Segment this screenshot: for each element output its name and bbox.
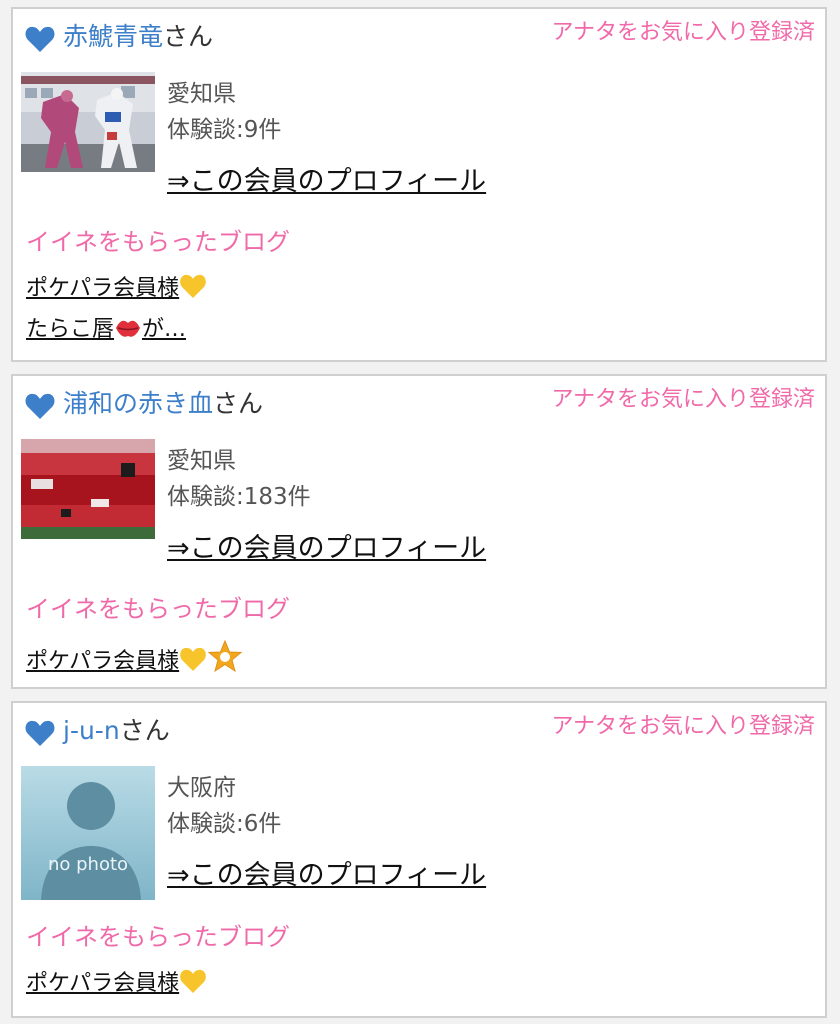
experience-count: 体験談:6件 xyxy=(167,811,282,837)
member-thumbnail[interactable] xyxy=(21,439,155,539)
profile-link[interactable]: ⇒この会員のプロフィール xyxy=(167,530,486,568)
member-thumbnail[interactable] xyxy=(21,72,155,172)
yellow-heart-icon xyxy=(180,647,206,671)
liked-blogs-heading: イイネをもらったブログ xyxy=(26,923,290,951)
blog-link[interactable]: ポケパラ会員様 xyxy=(26,968,207,1000)
honorific: さん xyxy=(119,716,170,745)
star-icon xyxy=(207,640,243,672)
robot-statues-photo xyxy=(21,72,155,172)
blog-link[interactable]: ポケパラ会員様 xyxy=(26,273,207,305)
profile-link[interactable]: ⇒この会員のプロフィール xyxy=(167,163,486,201)
member-name[interactable]: j-u-nさん xyxy=(63,713,170,749)
heart-icon xyxy=(25,26,55,52)
favorite-status: アナタをお気に入り登録済 xyxy=(551,387,815,412)
honorific: さん xyxy=(213,389,264,418)
liked-blogs-heading: イイネをもらったブログ xyxy=(26,595,290,623)
experience-count: 体験談:9件 xyxy=(167,117,282,143)
experience-count: 体験談:183件 xyxy=(167,484,311,510)
member-card: j-u-nさん アナタをお気に入り登録済 no photo 大阪府 体験談:6件… xyxy=(11,701,827,1018)
favorite-status: アナタをお気に入り登録済 xyxy=(551,20,815,45)
honorific: さん xyxy=(163,22,214,51)
member-thumbnail[interactable]: no photo xyxy=(21,766,155,900)
member-card: 赤鯱青竜さん アナタをお気に入り登録済 愛知県 体験談:9件 ⇒この会員のプロフ… xyxy=(11,7,827,362)
member-name[interactable]: 浦和の赤き血さん xyxy=(63,386,263,422)
member-card: 浦和の赤き血さん アナタをお気に入り登録済 愛知県 体験談:183件 ⇒この会員… xyxy=(11,374,827,689)
blog-link[interactable]: ポケパラ会員様 xyxy=(26,640,243,678)
yellow-heart-icon xyxy=(180,969,206,993)
stadium-crowd-photo xyxy=(21,439,155,539)
favorite-status: アナタをお気に入り登録済 xyxy=(551,714,815,739)
no-photo-text: no photo xyxy=(48,854,128,875)
yellow-heart-icon xyxy=(180,274,206,298)
lips-icon xyxy=(116,320,141,337)
no-photo-placeholder: no photo xyxy=(21,766,155,900)
blog-link[interactable]: たらこ唇 が… xyxy=(26,314,186,346)
heart-icon xyxy=(25,720,55,746)
prefecture: 愛知県 xyxy=(167,81,236,107)
profile-link[interactable]: ⇒この会員のプロフィール xyxy=(167,857,486,895)
prefecture: 愛知県 xyxy=(167,448,236,474)
prefecture: 大阪府 xyxy=(167,775,236,801)
heart-icon xyxy=(25,393,55,419)
liked-blogs-heading: イイネをもらったブログ xyxy=(26,228,290,256)
member-name[interactable]: 赤鯱青竜さん xyxy=(63,19,213,55)
